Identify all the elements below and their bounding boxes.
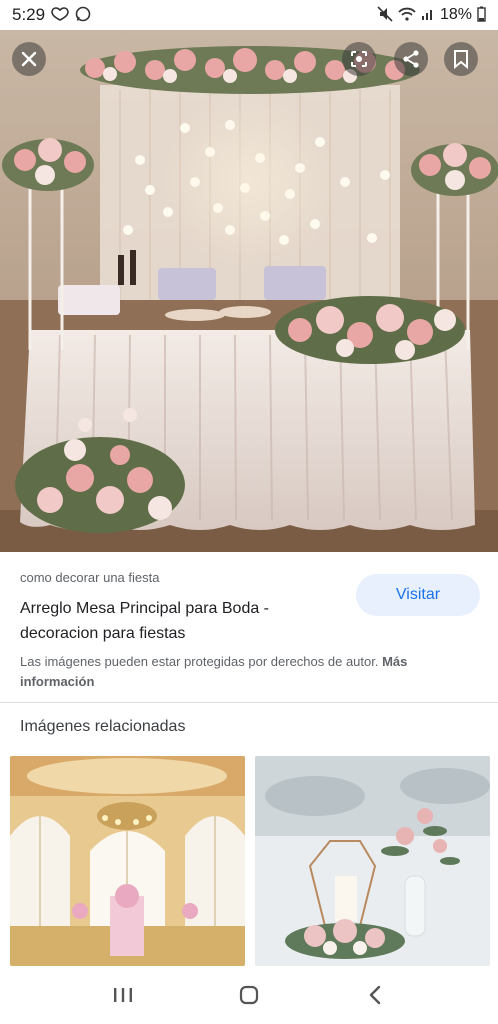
status-left: 5:29 [12,5,91,25]
related-image-reception-hall[interactable] [10,756,245,966]
share-button[interactable] [394,42,428,76]
status-bar: 5:29 18% [0,0,498,30]
table-centerpiece-image [255,756,490,966]
wifi-icon [398,7,416,23]
battery-icon [477,6,486,24]
visit-button[interactable]: Visitar [356,574,480,616]
whatsapp-icon [75,6,91,24]
home-button[interactable] [219,975,279,1015]
close-button[interactable] [12,42,46,76]
hero-image[interactable] [0,30,498,552]
bookmark-icon [454,50,468,69]
lens-icon [351,51,367,67]
related-image-table-centerpiece[interactable] [255,756,490,966]
back-icon [369,985,381,1005]
mute-icon [377,6,393,24]
heart-msg-icon [51,7,69,23]
result-info: como decorar una fiesta Arreglo Mesa Pri… [0,552,498,702]
share-icon [403,50,419,68]
close-icon [21,51,37,67]
status-time: 5:29 [12,5,46,24]
related-heading: Imágenes relacionadas [20,718,186,735]
status-right: 18% [377,6,486,24]
recent-apps-icon [114,988,132,1002]
hero-illustration [0,30,498,552]
section-divider [0,702,498,703]
copyright-notice: Las imágenes pueden estar protegidas por… [20,652,482,692]
copyright-text: Las imágenes pueden estar protegidas por… [20,654,379,669]
back-button[interactable] [345,975,405,1015]
lens-button[interactable] [342,42,376,76]
bookmark-button[interactable] [444,42,478,76]
reception-hall-image [10,756,245,966]
battery-percent: 18% [439,6,472,23]
signal-icon [421,7,435,23]
home-icon [239,985,259,1005]
system-nav-bar [0,966,498,1024]
recent-apps-button[interactable] [93,975,153,1015]
result-title[interactable]: Arreglo Mesa Principal para Boda - decor… [20,596,320,646]
